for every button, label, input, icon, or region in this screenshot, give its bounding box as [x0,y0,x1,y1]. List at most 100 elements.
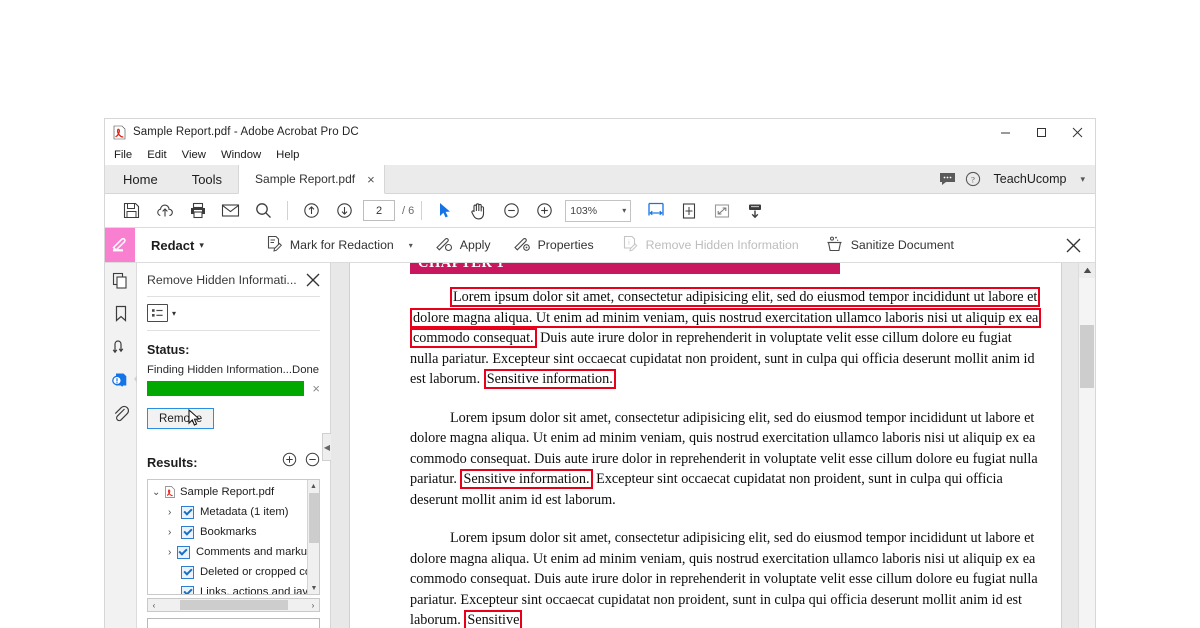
remove-hidden-information-button[interactable]: i Remove Hidden Information [622,228,799,262]
workspace: Remove Hidden Informati... ▾ Status: Fin… [105,263,1095,628]
select-tool-icon[interactable] [429,196,462,226]
chevron-right-icon[interactable]: › [168,527,181,538]
list-item[interactable]: Links, actions and javascri [148,582,320,595]
checkbox[interactable] [181,585,194,594]
close-redact-toolbar-icon[interactable] [1052,228,1095,262]
bookmarks-icon[interactable] [108,302,134,326]
fit-width-icon[interactable] [639,196,672,226]
sanitize-document-icon [825,235,844,256]
menu-bar: File Edit View Window Help [105,145,1095,165]
tab-close-icon[interactable]: × [367,173,375,186]
scrollbar-thumb[interactable] [309,493,319,543]
document-scrollbar[interactable] [1078,263,1095,628]
print-icon[interactable] [181,196,214,226]
apply-icon [435,235,453,255]
attachments-icon[interactable] [108,401,134,425]
remove-button[interactable]: Remove [147,408,215,429]
redact-menu[interactable]: Redact ▾ [135,228,204,262]
scroll-up-icon[interactable]: ▲ [308,480,319,492]
chevron-right-icon[interactable]: › [168,507,181,518]
chevron-down-icon: ▾ [622,206,627,215]
maximize-icon[interactable] [1023,119,1059,145]
redact-tool-icon [105,228,135,262]
save-icon[interactable] [115,196,148,226]
checkbox[interactable] [176,545,190,559]
list-item[interactable]: › Bookmarks [148,522,319,542]
minimize-icon[interactable] [987,119,1023,145]
menu-edit[interactable]: Edit [147,149,175,161]
scroll-left-icon[interactable]: ‹ [148,601,160,610]
user-menu-label[interactable]: TeachUcomp [994,172,1067,186]
page-text: Lorem ipsum dolor sit amet, consectetur … [350,287,1061,628]
close-icon[interactable] [1059,119,1095,145]
list-item-label: Sample Report.pdf [180,486,275,498]
help-icon[interactable]: ? [965,171,981,187]
zoom-in-icon[interactable] [528,196,561,226]
panel-collapse-handle[interactable]: ◀ [322,433,331,461]
properties-button[interactable]: Properties [513,228,594,262]
results-tree[interactable]: ⌄ Sample Report.pdf › Metadata (1 item) [147,479,320,595]
cancel-progress-icon[interactable]: × [312,382,320,395]
full-screen-icon[interactable] [705,196,738,226]
results-tree-horizontal-scrollbar[interactable]: ‹ › [147,598,320,612]
hidden-information-icon[interactable] [108,368,140,392]
checkbox[interactable] [181,505,194,519]
sanitize-document-button[interactable]: Sanitize Document [825,228,954,262]
results-row: Results: [147,452,320,472]
redaction-mark[interactable]: Sensitive information. [483,369,616,389]
chevron-right-icon[interactable]: › [168,547,177,558]
redaction-mark[interactable]: Sensitive [464,610,523,628]
list-item-label: Metadata (1 item) [200,506,289,518]
apply-button[interactable]: Apply [435,228,491,262]
fit-page-icon[interactable] [672,196,705,226]
hand-tool-icon[interactable] [462,196,495,226]
acrobat-logo-icon [113,124,126,140]
checkbox[interactable] [181,565,194,579]
menu-help[interactable]: Help [276,149,308,161]
page-down-icon[interactable] [328,196,361,226]
menu-window[interactable]: Window [221,149,270,161]
panel-close-icon[interactable] [306,273,320,287]
tab-document[interactable]: Sample Report.pdf × [238,165,386,194]
zoom-out-icon[interactable] [495,196,528,226]
scroll-up-icon[interactable] [1079,263,1095,278]
menu-file[interactable]: File [114,149,141,161]
navigation-rail [105,263,140,628]
mark-for-redaction-button[interactable]: Mark for Redaction ▾ [266,228,413,262]
tab-tools[interactable]: Tools [176,165,238,193]
list-item[interactable]: ⌄ Sample Report.pdf [148,482,319,502]
download-icon[interactable] [738,196,771,226]
list-item-label: Links, actions and javascri [200,586,320,595]
email-icon[interactable] [214,196,247,226]
expand-all-icon[interactable] [282,452,297,472]
redaction-mark[interactable]: Sensitive information. [460,469,593,489]
search-icon[interactable] [247,196,280,226]
list-item[interactable]: › Comments and markups [148,542,319,562]
list-item[interactable]: Deleted or cropped conte [148,562,319,582]
panel-title: Remove Hidden Informati... [147,273,297,287]
scrollbar-thumb[interactable] [179,600,288,610]
tab-home[interactable]: Home [105,165,176,193]
results-tree-vertical-scrollbar[interactable]: ▲ ▼ [307,480,319,594]
redact-toolbar: Redact ▾ Mark for Redaction ▾ Apply Prop… [105,228,1095,263]
checkbox[interactable] [181,525,194,539]
upload-cloud-icon[interactable] [148,196,181,226]
page-thumbnails-icon[interactable] [108,269,134,293]
list-item-label: Bookmarks [200,526,257,538]
collapse-all-icon[interactable] [305,452,320,472]
menu-view[interactable]: View [182,149,215,161]
scrollbar-thumb[interactable] [1080,325,1094,388]
panel-bottom-box [147,618,320,628]
screenshot-stage: Sample Report.pdf - Adobe Acrobat Pro DC… [0,0,1200,628]
page-number-input[interactable]: 2 [363,200,395,221]
comment-icon[interactable] [939,172,956,186]
scroll-right-icon[interactable]: › [307,601,319,610]
page-up-icon[interactable] [295,196,328,226]
chevron-down-icon[interactable]: ⌄ [152,487,165,498]
list-item[interactable]: › Metadata (1 item) [148,502,319,522]
panel-options-row[interactable]: ▾ [147,297,320,330]
chevron-down-icon[interactable]: ▾ [1080,174,1085,185]
page-order-icon[interactable] [108,335,134,359]
zoom-level-select[interactable]: 103% ▾ [565,199,632,222]
scroll-down-icon[interactable]: ▼ [308,582,319,594]
